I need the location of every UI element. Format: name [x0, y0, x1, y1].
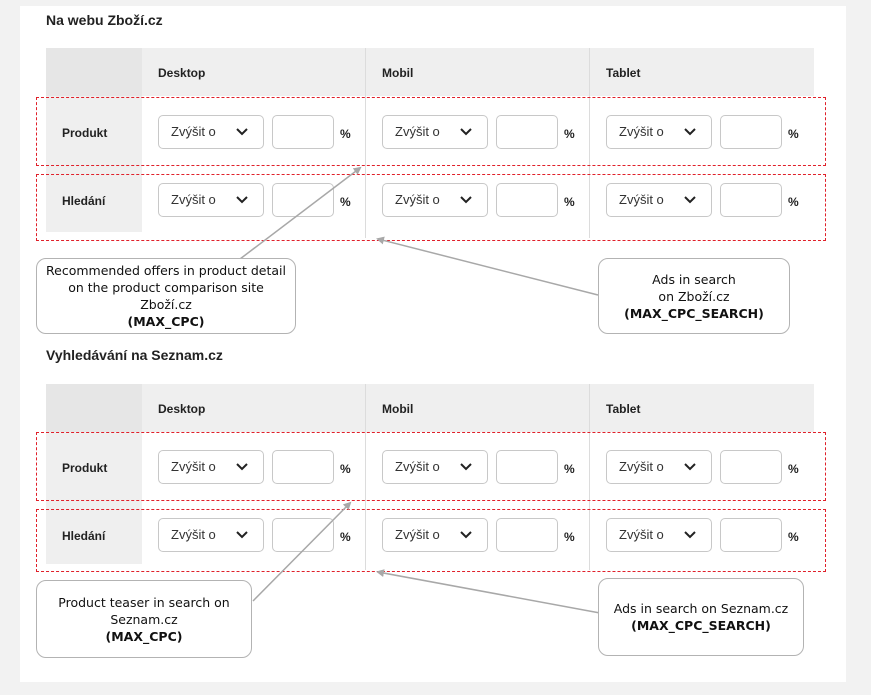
callout-code: (MAX_CPC) [127, 314, 205, 329]
callout-product-teaser: Product teaser in search on Seznam.cz (M… [36, 580, 252, 658]
arrow-to-produkt-row [239, 166, 362, 260]
callout-search-ads-zbozi: Ads in search on Zboží.cz (MAX_CPC_SEARC… [598, 258, 790, 334]
arrow-to-hledani-row [376, 236, 599, 296]
callout-code: (MAX_CPC) [105, 628, 183, 644]
callout-line: Recommended offers in product detail [46, 263, 286, 278]
callout-code: (MAX_CPC_SEARCH) [631, 618, 771, 633]
arrow-to-hledani-row [376, 569, 601, 614]
arrow-to-produkt-row [252, 501, 352, 602]
callout-line: on the product comparison site [68, 280, 264, 295]
callout-line: Zboží.cz [140, 297, 192, 312]
callout-code: (MAX_CPC_SEARCH) [624, 305, 764, 321]
callout-line: Ads in search on Seznam.cz [613, 601, 789, 616]
callout-line: Seznam.cz [110, 611, 178, 627]
callout-line: Ads in search [652, 271, 736, 287]
callout-product-detail: Recommended offers in product detail on … [36, 258, 296, 334]
callout-line: Product teaser in search on [58, 594, 230, 610]
callout-line: on Zboží.cz [658, 288, 730, 304]
callout-search-ads-seznam: Ads in search on Seznam.cz (MAX_CPC_SEAR… [598, 578, 804, 656]
